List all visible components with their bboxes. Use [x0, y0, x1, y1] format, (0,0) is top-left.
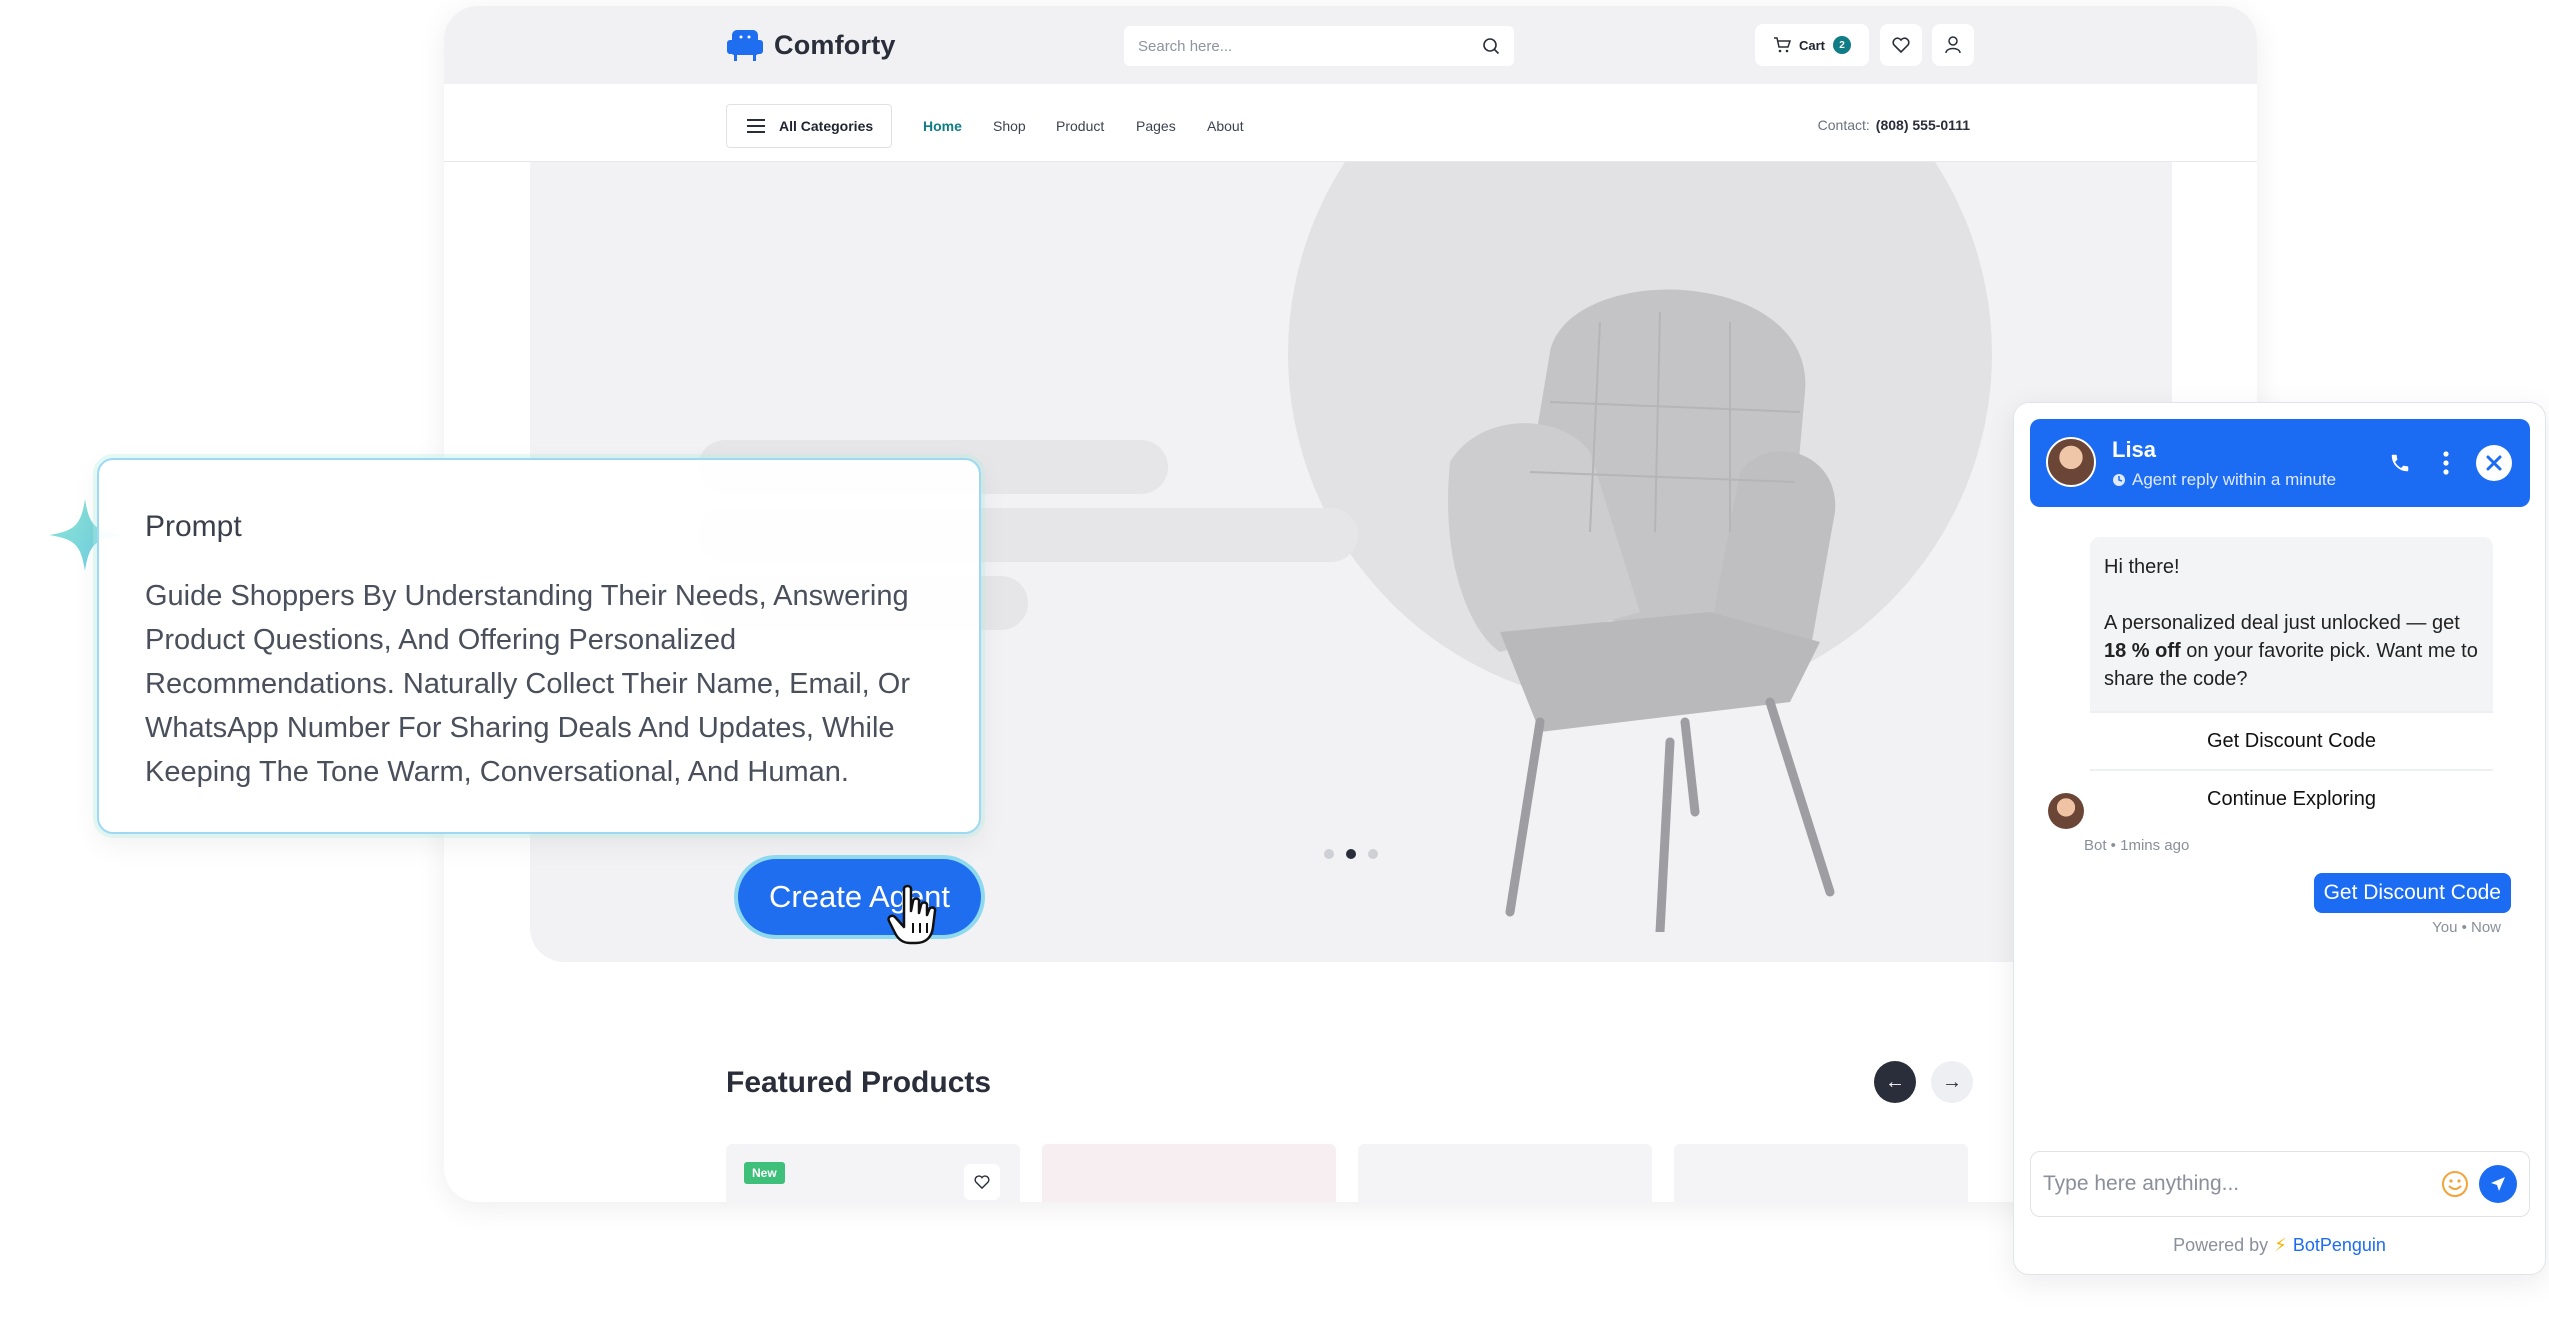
powered-by-label: Powered by	[2173, 1235, 2269, 1255]
cart-button[interactable]: Cart 2	[1755, 24, 1869, 66]
product-card[interactable]: New	[726, 1144, 1020, 1202]
continue-exploring-choice[interactable]: Continue Exploring	[2090, 769, 2493, 827]
arrow-right-icon: →	[1942, 1070, 1962, 1093]
user-message-meta: You • Now	[2432, 919, 2501, 936]
product-card[interactable]	[1042, 1144, 1336, 1202]
contact-info: Contact: (808) 555-0111	[1818, 117, 1970, 133]
heart-icon	[974, 1175, 990, 1189]
account-button[interactable]	[1932, 24, 1974, 66]
prompt-text: Guide Shoppers By Understanding Their Ne…	[145, 580, 911, 788]
prev-arrow-button[interactable]: ←	[1874, 1061, 1916, 1103]
powered-by-brand[interactable]: BotPenguin	[2293, 1235, 2386, 1255]
agent-name: Lisa	[2112, 437, 2157, 462]
all-categories-label: All Categories	[779, 118, 874, 134]
agent-avatar	[2046, 437, 2096, 487]
menu-icon	[747, 119, 765, 133]
new-badge: New	[744, 1162, 785, 1184]
cart-count-badge: 2	[1833, 36, 1851, 54]
search-input[interactable]: Search here...	[1124, 26, 1514, 66]
card-wishlist-button[interactable]	[964, 1164, 1000, 1200]
greeting-text: Hi there!	[2104, 556, 2180, 578]
slider-dot[interactable]	[1368, 849, 1378, 859]
search-icon[interactable]	[1482, 37, 1500, 55]
product-card[interactable]	[1674, 1144, 1968, 1202]
agent-status: Agent reply within a minute	[2112, 470, 2336, 490]
store-navbar: All Categories Home Shop Product Pages A…	[444, 84, 2257, 162]
store-logo[interactable]: Comforty	[726, 28, 896, 62]
bot-message: Hi there! A personalized deal just unloc…	[2090, 537, 2493, 827]
all-categories-button[interactable]: All Categories	[726, 104, 892, 148]
bolt-icon: ⚡	[2274, 1235, 2287, 1255]
nav-pages[interactable]: Pages	[1136, 118, 1176, 134]
cart-icon	[1773, 37, 1791, 53]
phone-icon	[2391, 454, 2409, 472]
offer-text-start: A personalized deal just unlocked — get	[2104, 612, 2460, 634]
arrow-left-icon: ←	[1885, 1070, 1905, 1093]
agent-status-text: Agent reply within a minute	[2132, 470, 2337, 489]
emoji-icon[interactable]	[2441, 1170, 2469, 1198]
nav-product[interactable]: Product	[1056, 118, 1104, 134]
prompt-card: Prompt Guide Shoppers By Understanding T…	[97, 458, 981, 834]
slider-dots	[1324, 849, 1378, 859]
send-button[interactable]	[2479, 1165, 2517, 1203]
close-icon	[2486, 455, 2502, 471]
prompt-title: Prompt	[145, 510, 242, 543]
featured-products-title: Featured Products	[726, 1066, 992, 1099]
get-discount-code-choice[interactable]: Get Discount Code	[2090, 711, 2493, 769]
nav-shop[interactable]: Shop	[993, 118, 1026, 134]
send-icon	[2491, 1177, 2505, 1191]
bot-avatar	[2048, 793, 2084, 829]
powered-by: Powered by ⚡ BotPenguin	[2014, 1235, 2545, 1256]
contact-label: Contact:	[1817, 117, 1870, 133]
close-chat-button[interactable]	[2476, 445, 2512, 481]
cart-label: Cart	[1798, 37, 1825, 53]
chat-header: Lisa Agent reply within a minute	[2030, 419, 2530, 507]
create-agent-button[interactable]: Create Agent	[738, 859, 981, 935]
bot-message-meta: Bot • 1mins ago	[2084, 837, 2190, 854]
next-arrow-button[interactable]: →	[1931, 1061, 1973, 1103]
kebab-menu-icon	[2443, 451, 2449, 475]
more-options-button[interactable]	[2430, 447, 2462, 479]
product-card[interactable]	[1358, 1144, 1652, 1202]
search-placeholder: Search here...	[1138, 37, 1233, 55]
chat-input-bar	[2030, 1151, 2530, 1217]
nav-home[interactable]: Home	[923, 118, 962, 134]
clock-icon	[2113, 474, 2125, 486]
store-topbar: Comforty Search here... Cart 2	[444, 6, 2257, 84]
contact-phone: (808) 555-0111	[1875, 117, 1970, 133]
discount-amount: 18 % off	[2104, 640, 2181, 662]
slider-dot-active[interactable]	[1346, 849, 1356, 859]
offer-text: A personalized deal just unlocked — get …	[2104, 609, 2479, 693]
hand-cursor-icon	[887, 884, 937, 945]
user-message: Get Discount Code	[2313, 873, 2511, 913]
chat-message-input[interactable]	[2043, 1172, 2441, 1196]
wishlist-button[interactable]	[1880, 24, 1922, 66]
nav-about[interactable]: About	[1207, 118, 1244, 134]
user-icon	[1945, 36, 1961, 54]
armchair-image	[1448, 289, 1836, 932]
call-button[interactable]	[2384, 447, 2416, 479]
slider-dot[interactable]	[1324, 849, 1334, 859]
brand-name: Comforty	[774, 29, 896, 60]
chair-logo-icon	[727, 30, 763, 61]
heart-icon	[1892, 37, 1910, 53]
chat-widget: Lisa Agent reply within a minute Hi ther…	[2013, 402, 2546, 1275]
